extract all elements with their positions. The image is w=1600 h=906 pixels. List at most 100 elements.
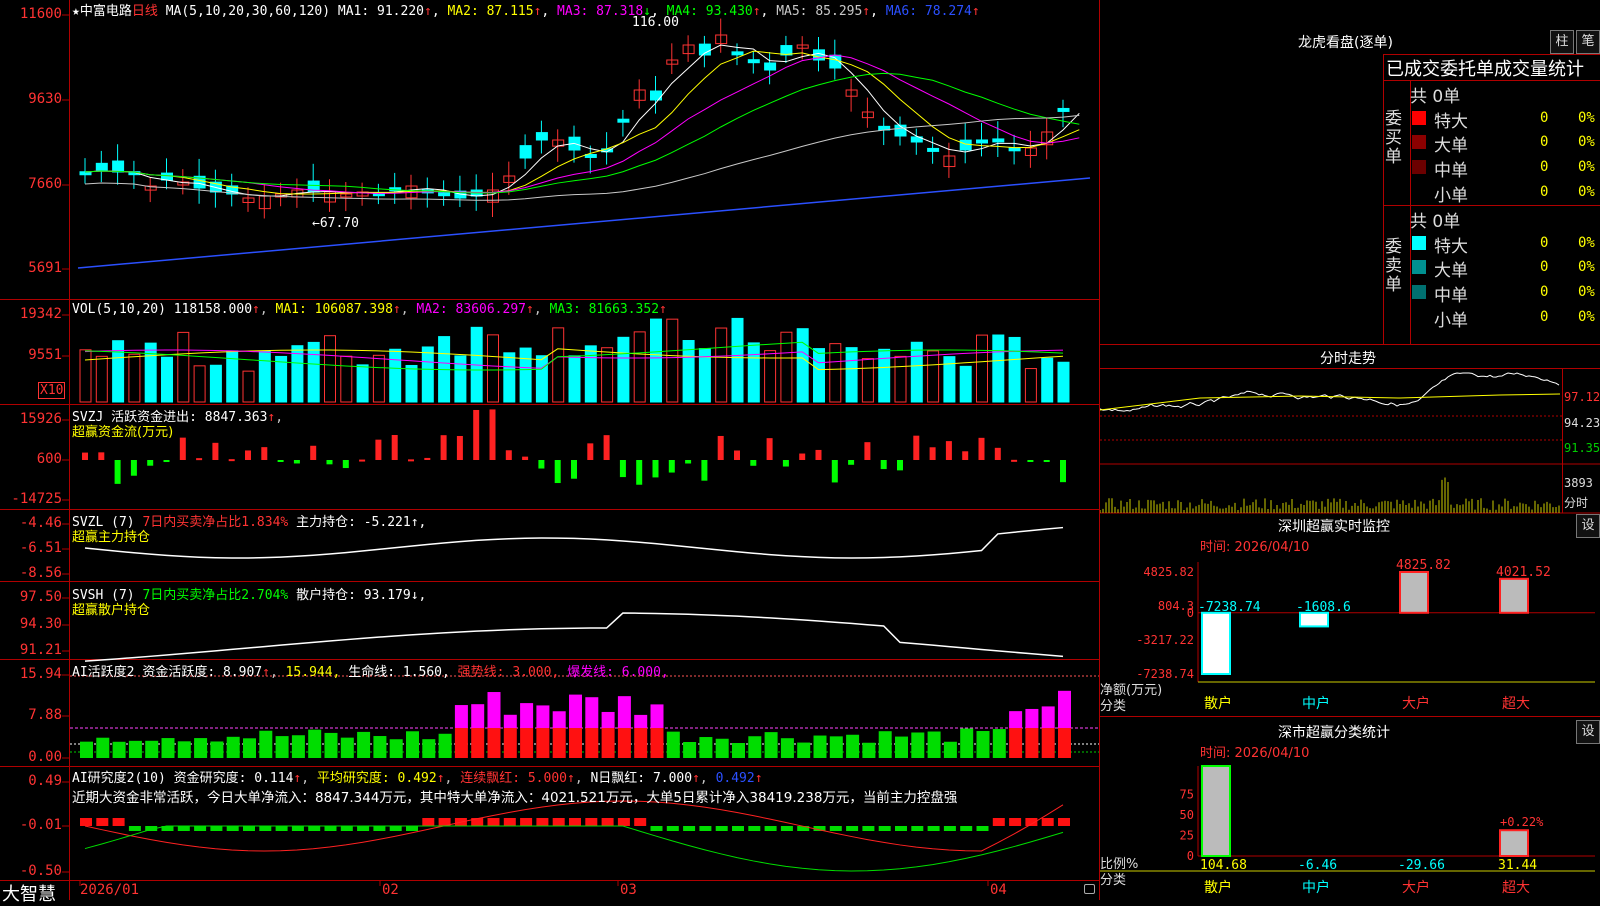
flow-bar	[277, 460, 284, 462]
active-bar	[846, 734, 860, 758]
flow-bar	[342, 460, 349, 469]
chart-canvas[interactable]	[0, 0, 1100, 900]
classify-category-label: 大户	[1402, 879, 1430, 896]
sell-s-count: 0	[1540, 309, 1549, 325]
classify-ytick: 0	[1187, 849, 1194, 863]
kline-chart-area[interactable]: 11600 9630 7660 5691 19342 9551 X10 1592…	[0, 0, 1100, 905]
active-bar	[210, 741, 224, 758]
flow-bar	[82, 452, 88, 460]
monitor-bar	[1499, 577, 1529, 614]
flow-bar	[782, 460, 789, 467]
flow-bar	[163, 460, 170, 463]
active-bar	[634, 714, 648, 728]
svzl-ytick: -6.51	[19, 540, 62, 556]
vol-bar	[193, 365, 206, 403]
vol-bar	[747, 342, 760, 403]
research-bar	[275, 826, 288, 831]
vol-bar	[601, 347, 614, 403]
active-bar	[895, 736, 908, 758]
classify-bar	[1201, 765, 1231, 857]
research-bar	[846, 826, 859, 831]
vol-bar	[79, 349, 92, 403]
classify-ytick: 50	[1180, 808, 1194, 822]
classify-category-label: 超大	[1502, 880, 1530, 896]
monitor-chart[interactable]: 4825.82804.30-3217.22-7238.74-7238.74散户-…	[1100, 516, 1600, 716]
retail-holding-line	[84, 612, 1064, 662]
intraday-price-line	[1100, 372, 1560, 412]
active-bar	[650, 704, 664, 728]
flow-bar	[831, 460, 838, 483]
tick-view-button[interactable]: 笔	[1576, 30, 1600, 54]
lock-icon[interactable]	[1084, 884, 1095, 894]
sell-s-pct: 0%	[1578, 309, 1595, 325]
active-bar	[797, 742, 811, 758]
active-bar	[536, 728, 550, 758]
active-bar	[324, 732, 338, 758]
ai-research-ytick: -0.01	[19, 817, 62, 833]
active-bar	[748, 736, 762, 758]
monitor-ytick: 4825.82	[1143, 565, 1194, 579]
flow-bar	[114, 460, 121, 484]
active-bar	[1025, 728, 1039, 758]
vol-bar	[487, 334, 499, 403]
flow-bar	[994, 447, 1001, 460]
vol-bar	[731, 317, 744, 403]
research-bar	[259, 826, 272, 831]
price-ytick: 7660	[28, 176, 62, 192]
svzl-ratio: 7日内买卖净占比1.834%	[142, 515, 289, 530]
buy-s-count: 0	[1540, 184, 1549, 200]
svzl-ytick: -4.46	[19, 515, 62, 531]
candle	[1008, 147, 1021, 152]
active-bar	[552, 728, 566, 758]
candle	[927, 147, 940, 152]
research-bar	[699, 826, 712, 831]
active-bar	[503, 714, 517, 728]
sell-m-swatch	[1412, 285, 1426, 299]
sell-l-pct: 0%	[1578, 259, 1595, 275]
active-bar	[96, 737, 110, 758]
flow-bar	[685, 460, 692, 464]
flow-bar	[456, 435, 463, 460]
sell-xl-swatch	[1412, 236, 1426, 250]
active-bar	[813, 735, 827, 758]
price-ytick: 11600	[19, 6, 62, 22]
candle	[438, 192, 451, 197]
vol-bar	[584, 345, 597, 403]
research-bar	[976, 826, 989, 831]
active-bar	[1009, 728, 1023, 758]
buy-l-pct: 0%	[1578, 134, 1595, 150]
buy-l-swatch	[1412, 135, 1426, 149]
research-bar	[552, 818, 565, 826]
active-bar	[128, 740, 142, 758]
classify-chart[interactable]: 75 50 25 0 104.68 散户 -6.46 中户 -29.66 大户 31.44 超大 +0.…	[1100, 716, 1600, 900]
vol-bar	[617, 336, 630, 403]
vol-bar	[161, 356, 173, 403]
buy-m-pct: 0%	[1578, 159, 1595, 175]
flow-bar	[848, 460, 855, 465]
flow-bar	[603, 435, 610, 460]
research-bar	[764, 826, 777, 831]
monitor-category-label: 大户	[1402, 695, 1430, 712]
buy-total: 共 0单	[1410, 87, 1461, 107]
active-bar	[520, 703, 534, 728]
intraday-chart[interactable]	[1100, 368, 1600, 518]
flow-bar	[668, 460, 675, 473]
vol-bar	[666, 318, 679, 403]
research-bar	[943, 826, 956, 831]
vol-bar	[1041, 357, 1054, 403]
buy-xl-label: 特大	[1434, 112, 1468, 132]
ma5-value: MA5: 85.295↑	[776, 4, 871, 19]
ai-research-ytick: 0.49	[28, 773, 62, 789]
vol-bar	[519, 347, 532, 403]
svzl-ytick: -8.56	[19, 565, 62, 581]
candle	[112, 160, 125, 173]
sell-s-label: 小单	[1434, 311, 1468, 331]
research-bar	[1041, 818, 1054, 826]
column-view-button[interactable]: 柱	[1550, 30, 1574, 54]
ai-commentary: 近期大资金非常活跃，今日大单净流入：8847.344万元，其中特大单净流入：40…	[72, 790, 958, 806]
research-bar	[748, 826, 761, 831]
star-icon[interactable]: ★	[72, 4, 80, 19]
period-label[interactable]: 日线	[132, 4, 158, 19]
flow-bar	[228, 459, 235, 462]
research-bar	[536, 818, 549, 826]
